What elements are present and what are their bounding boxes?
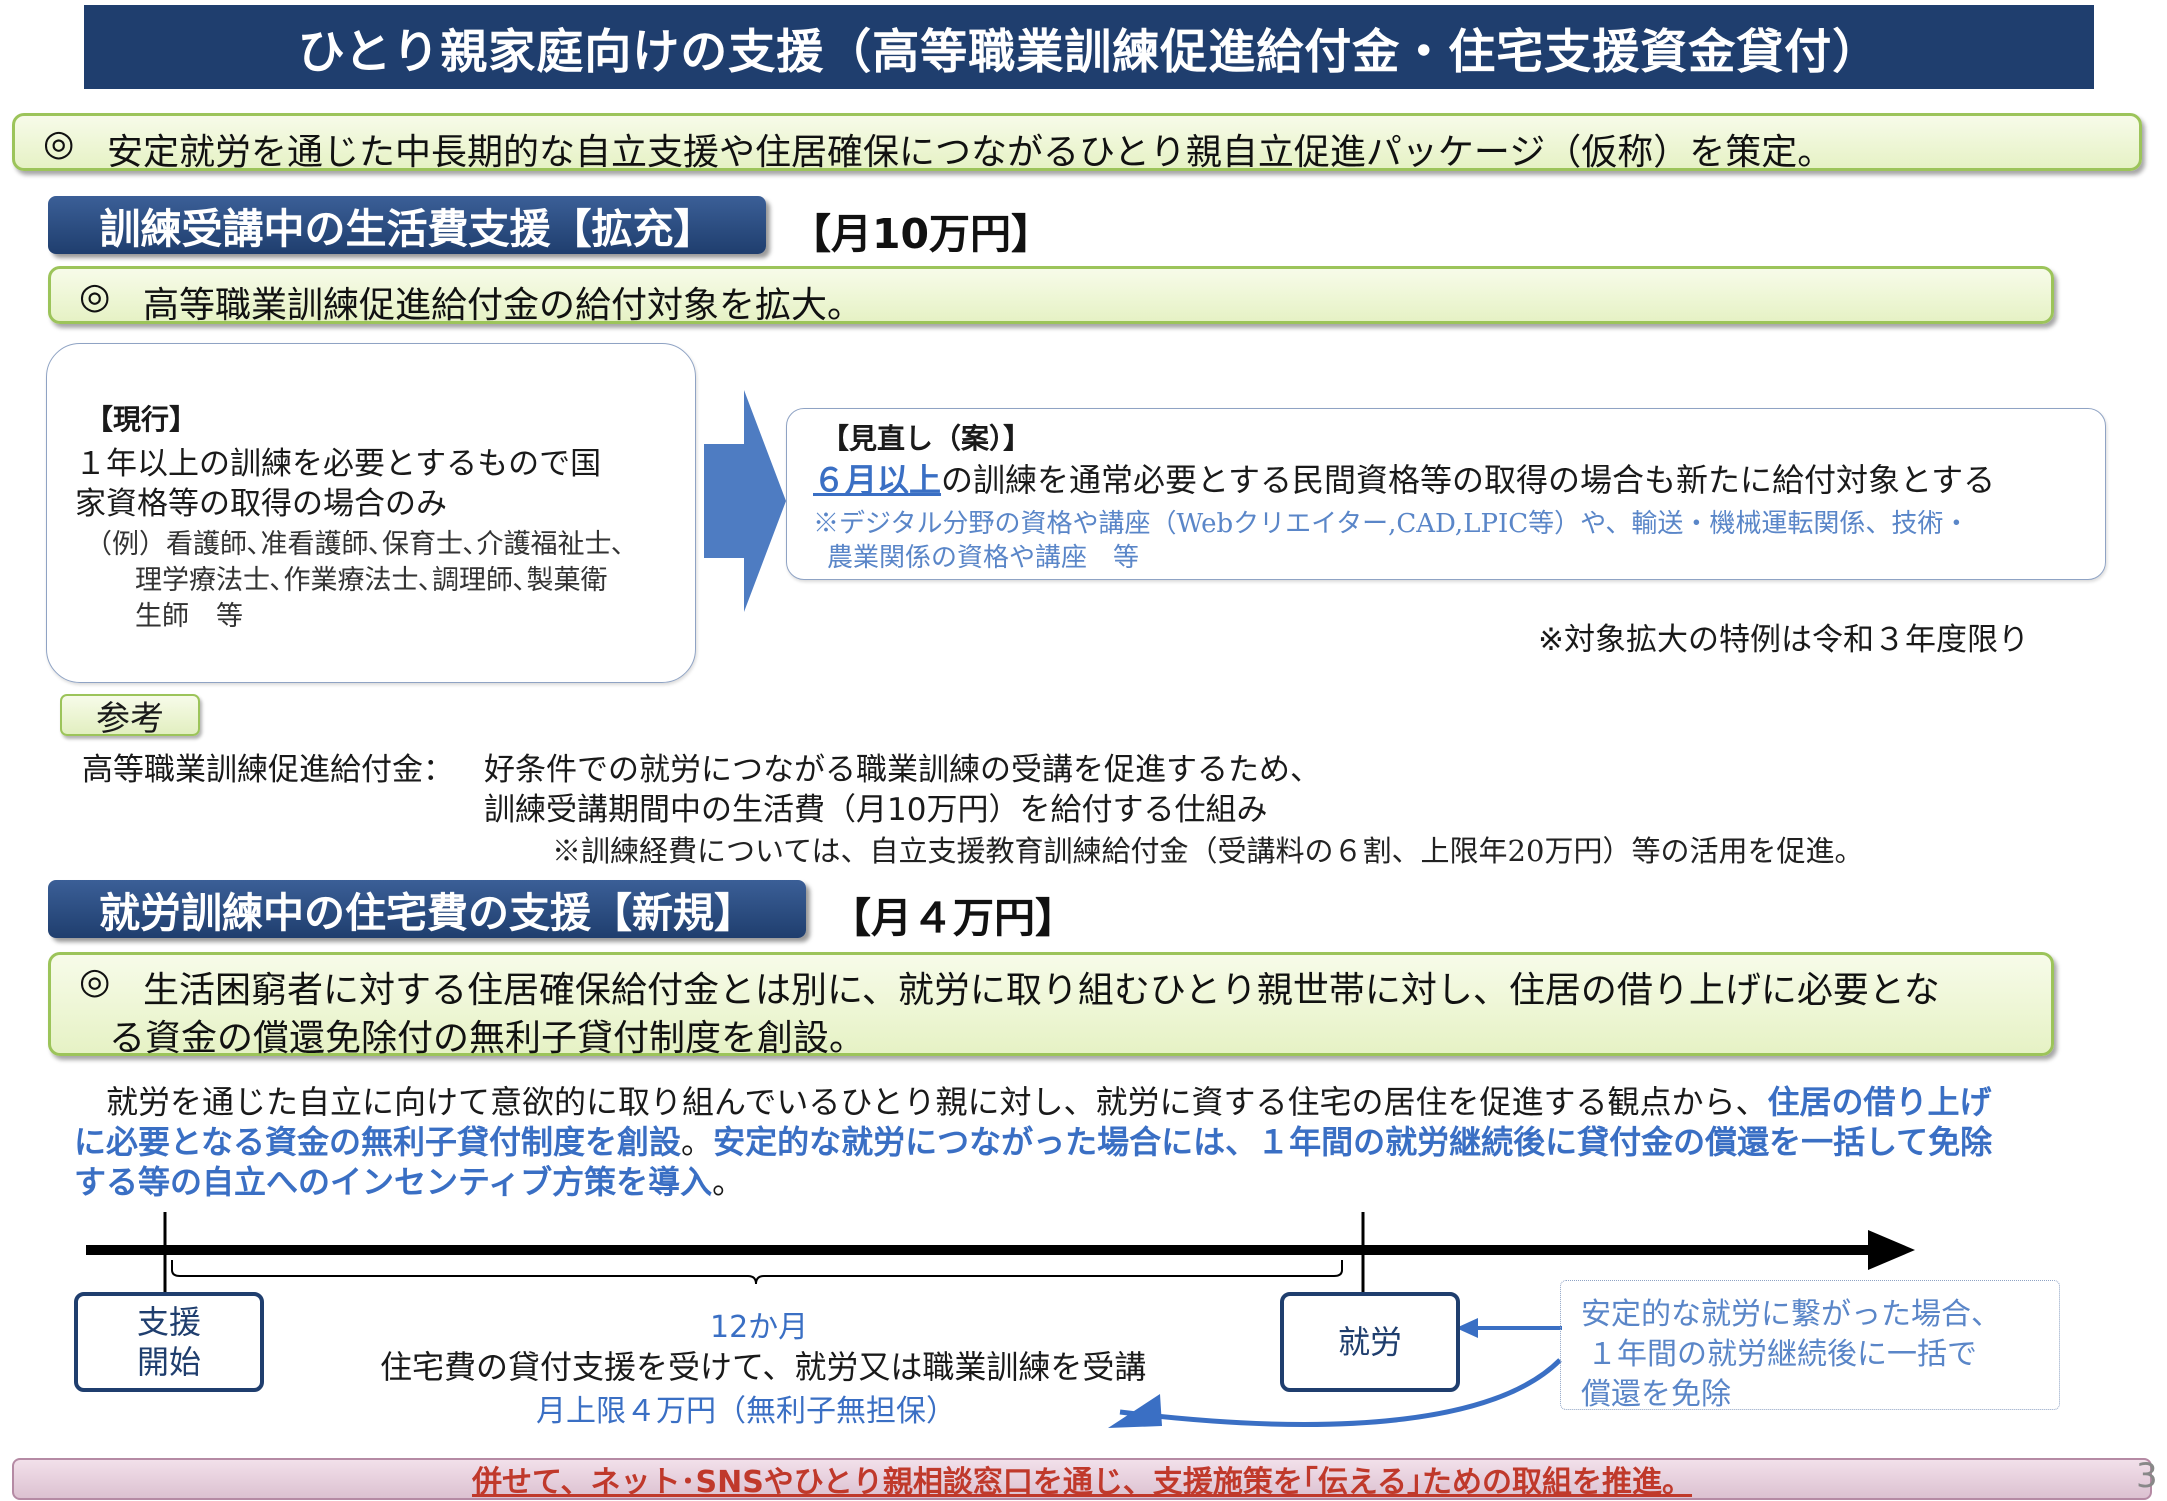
footer-text: 併せて、ネット･SNSやひとり親相談窓口を通じ、支援施策を｢伝える｣ための取組を…	[471, 1465, 1693, 1500]
review-main: ６月以上の訓練を通常必要とする民間資格等の取得の場合も新たに給付対象とする	[813, 455, 1995, 501]
body-line1: 就労を通じた自立に向けて意欲的に取り組んでいるひとり親に対し、就労に資する住宅の…	[74, 1082, 2114, 1122]
return-arrowhead-icon	[1108, 1394, 1162, 1428]
current-example3: 生師 等	[135, 601, 243, 632]
current-heading: 【現行】	[85, 403, 198, 436]
exemption-note2: １年間の就労継続後に一括で	[1587, 1337, 1977, 1372]
review-note1: ※デジタル分野の資格や講座（Webクリエイター,CAD,LPIC等）や、輸送・機…	[813, 509, 1970, 539]
timeline-arrowhead-icon	[1868, 1230, 1915, 1270]
current-line2: 家資格等の取得の場合のみ	[75, 486, 447, 522]
body-p3-end: 。	[712, 1163, 745, 1201]
current-example1: （例）看護師､准看護師､保育士､介護福祉士､	[85, 529, 625, 560]
page-title: ひとり親家庭向けの支援（高等職業訓練促進給付金・住宅支援資金貸付）	[297, 24, 1881, 80]
section2-header-text: 就労訓練中の住宅費の支援【新規】	[99, 889, 755, 937]
exemption-note3: 償還を免除	[1581, 1377, 1731, 1412]
review-box: 【見直し（案）】 ６月以上の訓練を通常必要とする民間資格等の取得の場合も新たに給…	[786, 408, 2106, 580]
body-line2: に必要となる資金の無利子貸付制度を創設。安定的な就労につながった場合には、１年間…	[74, 1122, 2114, 1162]
section2-summary2: る資金の償還免除付の無利子貸付制度を創設。	[109, 1018, 866, 1059]
body-p1-start: 就労を通じた自立に向けて意欲的に取り組んでいるひとり親に対し、就労に資する住宅の…	[106, 1083, 1768, 1121]
section2-header: 就労訓練中の住宅費の支援【新規】	[48, 880, 806, 938]
timeline-start-line1: 支援	[136, 1303, 201, 1341]
reference-label: 高等職業訓練促進給付金：	[82, 752, 454, 788]
section2-summary1: 生活困窮者に対する住居確保給付金とは別に、就労に取り組むひとり親世帯に対し、住居…	[143, 970, 1940, 1011]
section2-summary-box: ◎ 生活困窮者に対する住居確保給付金とは別に、就労に取り組むひとり親世帯に対し、…	[48, 952, 2054, 1059]
section2-amount: 【月４万円】	[830, 894, 1076, 942]
page-number: 3	[2136, 1456, 2158, 1496]
twelve-month-bracket	[171, 1260, 1343, 1285]
timeline-duration: 12か月	[710, 1310, 809, 1345]
timeline-description: 住宅費の貸付支援を受けて、就労又は職業訓練を受講	[380, 1348, 1147, 1386]
reference-line2: 訓練受講期間中の生活費（月10万円）を給付する仕組み	[484, 792, 1268, 828]
current-line1: １年以上の訓練を必要とするもので国	[75, 446, 602, 482]
review-note2: 農業関係の資格や講座 等	[827, 543, 1140, 573]
intro-text: 安定就労を通じた中長期的な自立支援や住居確保につながるひとり親自立促進パッケージ…	[107, 132, 1834, 173]
body-p3-bold: する等の自立へのインセンティブ方策を導入	[74, 1163, 713, 1201]
reference-line3: ※訓練経費については、自立支援教育訓練給付金（受講料の６割、上限年20万円）等の…	[552, 834, 1864, 868]
page-title-bar: ひとり親家庭向けの支援（高等職業訓練促進給付金・住宅支援資金貸付）	[84, 5, 2094, 89]
section1-mark: ◎	[79, 276, 111, 317]
body-p2-bold-a: に必要となる資金の無利子貸付制度を創設	[74, 1123, 682, 1161]
special-note: ※対象拡大の特例は令和３年度限り	[1538, 622, 2029, 658]
timeline-work-box: 就労	[1280, 1292, 1460, 1392]
section1-header-text: 訓練受講中の生活費支援【拡充】	[99, 205, 715, 253]
timeline-work-label: 就労	[1337, 1323, 1402, 1361]
body-p2-sep: 。	[681, 1123, 714, 1161]
body-p1-bold: 住居の借り上げ	[1767, 1083, 1992, 1121]
timeline-start-box: 支援 開始	[74, 1292, 264, 1392]
current-box: 【現行】 １年以上の訓練を必要とするもので国 家資格等の取得の場合のみ （例）看…	[46, 343, 696, 683]
review-highlight: ６月以上	[813, 461, 942, 499]
section1-summary: 高等職業訓練促進給付金の給付対象を拡大。	[143, 285, 864, 326]
timeline-limit: 月上限４万円（無利子無担保）	[536, 1394, 956, 1429]
review-text: の訓練を通常必要とする民間資格等の取得の場合も新たに給付対象とする	[941, 461, 1996, 499]
exemption-note-box: 安定的な就労に繋がった場合、 １年間の就労継続後に一括で 償還を免除	[1560, 1280, 2060, 1412]
review-heading: 【見直し（案）】	[821, 422, 1032, 455]
body-line3: する等の自立へのインセンティブ方策を導入。	[74, 1162, 2114, 1202]
reference-line1: 好条件での就労につながる職業訓練の受講を促進するため、	[484, 752, 1321, 788]
current-example2: 理学療法士､作業療法士､調理師､製菓衛	[135, 565, 608, 596]
section2-mark: ◎	[79, 961, 111, 1002]
section1-header: 訓練受講中の生活費支援【拡充】	[48, 196, 766, 254]
intro-box: ◎ 安定就労を通じた中長期的な自立支援や住居確保につながるひとり親自立促進パッケ…	[12, 113, 2142, 173]
intro-mark: ◎	[43, 123, 75, 164]
section2-body: 就労を通じた自立に向けて意欲的に取り組んでいるひとり親に対し、就労に資する住宅の…	[74, 1082, 2114, 1202]
exemption-note1: 安定的な就労に繋がった場合、	[1581, 1297, 2001, 1332]
timeline-start-line2: 開始	[136, 1343, 201, 1381]
reference-tag-label: 参考	[96, 698, 164, 739]
reference-tag: 参考	[60, 694, 200, 739]
section1-summary-box: ◎ 高等職業訓練促進給付金の給付対象を拡大。	[48, 266, 2054, 326]
section1-amount: 【月10万円】	[790, 210, 1053, 258]
footer-bar: 併せて、ネット･SNSやひとり親相談窓口を通じ、支援施策を｢伝える｣ための取組を…	[12, 1458, 2152, 1500]
body-p2-bold-b: 安定的な就労につながった場合には、１年間の就労継続後に貸付金の償還を一括して免除	[713, 1123, 1993, 1161]
right-arrow-icon	[704, 390, 786, 612]
